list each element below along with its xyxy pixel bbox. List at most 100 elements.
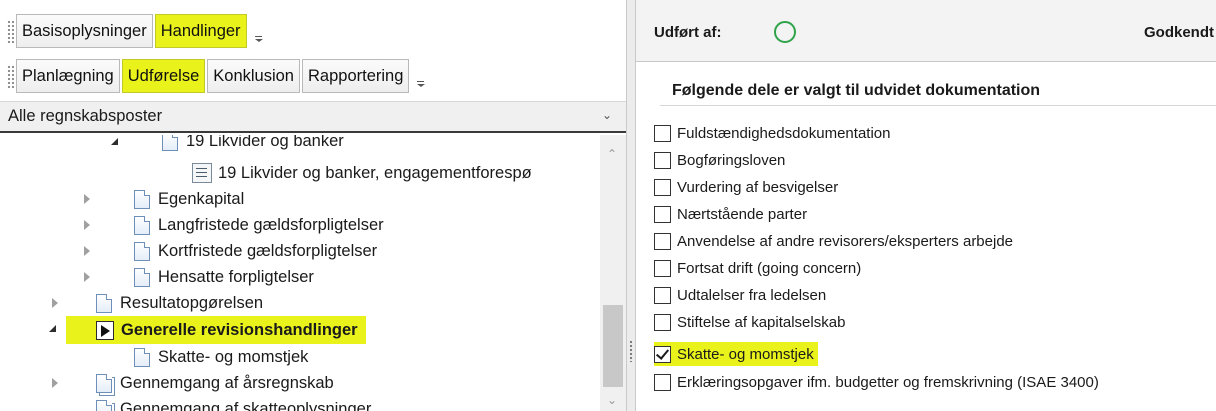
checkbox-checked[interactable] [654, 345, 671, 363]
document-icon [134, 347, 150, 367]
document-icon [96, 293, 112, 313]
document-icon [134, 267, 150, 287]
tab-basisoplysninger[interactable]: Basisoplysninger [16, 14, 153, 48]
tree-node[interactable]: 19 Likvider og banker, engagementforespø [192, 161, 532, 185]
option-row[interactable]: Nærtstående parter [654, 202, 811, 226]
tree-node-selected[interactable]: Generelle revisionshandlinger [49, 316, 366, 344]
tree-node[interactable]: Egenkapital [82, 187, 244, 211]
collapsed-arrow-icon[interactable] [82, 271, 92, 283]
left-pane: Basisoplysninger Handlinger Planlægning … [0, 0, 626, 411]
option-row[interactable]: Anvendelse af andre revisorers/eksperter… [654, 229, 1017, 253]
collapsed-arrow-icon[interactable] [82, 219, 92, 231]
done-by-label: Udført af: [654, 24, 722, 41]
tree-node-label: Gennemgang af skatteoplysninger [120, 399, 372, 411]
tree-node[interactable]: Langfristede gældsforpligtelser [82, 213, 384, 237]
tree-node-label: 19 Likvider og banker, engagementforespø [218, 163, 532, 182]
section-divider [660, 105, 1216, 106]
tree-node[interactable]: Gennemgang af skatteoplysninger [50, 397, 371, 411]
tree-node-label: Langfristede gældsforpligtelser [158, 215, 384, 234]
expanded-arrow-icon[interactable] [48, 324, 58, 336]
document-icon [162, 135, 178, 151]
top-tab-bar: Basisoplysninger Handlinger [0, 12, 265, 50]
tree-node-label: Egenkapital [158, 189, 245, 208]
tab-planlaegning[interactable]: Planlægning [16, 59, 120, 93]
collapsed-arrow-icon[interactable] [82, 245, 92, 257]
phase-tab-bar: Planlægning Udførelse Konklusion Rapport… [0, 57, 427, 95]
tree-node[interactable]: Skatte- og momstjek [134, 345, 308, 369]
option-row-checked[interactable]: Skatte- og momstjek [654, 342, 818, 366]
option-row[interactable]: Stiftelse af kapitalselskab [654, 310, 849, 334]
tree-node-label: Skatte- og momstjek [158, 347, 309, 366]
collapsed-arrow-icon[interactable] [50, 297, 60, 309]
toolbar-grip[interactable] [6, 64, 14, 88]
checkbox[interactable] [654, 124, 671, 142]
document-icon [134, 241, 150, 261]
checkbox[interactable] [654, 259, 671, 277]
account-tree: 19 Likvider og banker 19 Likvider og ban… [0, 135, 600, 411]
option-row[interactable]: Erklæringsopgaver ifm. budgetter og frem… [654, 370, 1103, 394]
multi-document-icon [96, 399, 112, 411]
account-filter-select[interactable]: Alle regnskabsposter ⌄ [0, 101, 626, 133]
checkbox[interactable] [654, 286, 671, 304]
tree-node[interactable]: Gennemgang af årsregnskab [50, 371, 334, 395]
toolbar-grip[interactable] [6, 19, 14, 43]
checkbox[interactable] [654, 205, 671, 223]
tree-node-label: Kortfristede gældsforpligtelser [158, 241, 378, 260]
option-label: Skatte- og momstjek [677, 345, 814, 363]
signoff-header: Udført af: Godkendt [636, 0, 1216, 62]
tree-node[interactable]: Kortfristede gældsforpligtelser [82, 239, 377, 263]
option-label: Fortsat drift (going concern) [677, 259, 862, 277]
option-label: Udtalelser fra ledelsen [677, 286, 827, 304]
pane-splitter[interactable] [626, 0, 636, 411]
account-filter-value: Alle regnskabsposter [8, 107, 163, 125]
splitter-grip-icon[interactable] [629, 340, 633, 362]
document-icon [134, 189, 150, 209]
collapsed-arrow-icon[interactable] [50, 377, 60, 389]
option-row[interactable]: Bogføringsloven [654, 148, 789, 172]
option-row[interactable]: Fuldstændighedsdokumentation [654, 121, 894, 145]
tree-node-label: Hensatte forpligtelser [158, 267, 314, 286]
checkbox[interactable] [654, 373, 671, 391]
play-icon [96, 320, 114, 340]
tree-node[interactable]: Resultatopgørelsen [50, 291, 263, 315]
tree-node-label: Resultatopgørelsen [120, 293, 264, 312]
document-icon [134, 215, 150, 235]
checkbox[interactable] [654, 151, 671, 169]
tree-scrollbar[interactable]: ⌃ ⌄ [600, 135, 626, 411]
tree-node-label: Gennemgang af årsregnskab [120, 373, 334, 392]
done-status-circle-icon[interactable] [774, 21, 796, 43]
tab-overflow-icon[interactable] [415, 75, 427, 93]
checkbox[interactable] [654, 232, 671, 250]
scroll-down-icon[interactable]: ⌄ [607, 393, 617, 407]
scrollbar-thumb[interactable] [603, 305, 623, 387]
tree-node-label: Generelle revisionshandlinger [121, 320, 358, 339]
approved-by-label: Godkendt [1144, 24, 1214, 41]
option-label: Fuldstændighedsdokumentation [677, 124, 891, 142]
tab-udfoerelse[interactable]: Udførelse [121, 59, 206, 93]
tab-overflow-icon[interactable] [253, 30, 265, 48]
checkbox[interactable] [654, 178, 671, 196]
right-pane: Udført af: Godkendt Følgende dele er val… [636, 0, 1216, 411]
bank-letter-icon [192, 163, 212, 183]
option-label: Nærtstående parter [677, 205, 808, 223]
tab-rapportering[interactable]: Rapportering [302, 59, 410, 93]
option-row[interactable]: Vurdering af besvigelser [654, 175, 842, 199]
multi-document-icon [96, 373, 112, 393]
tree-node[interactable]: 19 Likvider og banker [110, 135, 344, 153]
option-label: Anvendelse af andre revisorers/eksperter… [677, 232, 1014, 250]
option-row[interactable]: Udtalelser fra ledelsen [654, 283, 830, 307]
checkbox[interactable] [654, 313, 671, 331]
option-label: Vurdering af besvigelser [677, 178, 839, 196]
option-row[interactable]: Fortsat drift (going concern) [654, 256, 865, 280]
option-label: Erklæringsopgaver ifm. budgetter og frem… [677, 373, 1099, 391]
option-label: Bogføringsloven [677, 151, 786, 169]
option-label: Stiftelse af kapitalselskab [677, 313, 846, 331]
chevron-down-icon[interactable]: ⌄ [602, 108, 612, 122]
scroll-up-icon[interactable]: ⌃ [607, 147, 617, 161]
tree-node-label: 19 Likvider og banker [186, 135, 344, 150]
tab-konklusion[interactable]: Konklusion [207, 59, 300, 93]
tree-node[interactable]: Hensatte forpligtelser [82, 265, 314, 289]
expanded-arrow-icon[interactable] [110, 137, 120, 149]
tab-handlinger[interactable]: Handlinger [154, 14, 247, 48]
collapsed-arrow-icon[interactable] [82, 193, 92, 205]
